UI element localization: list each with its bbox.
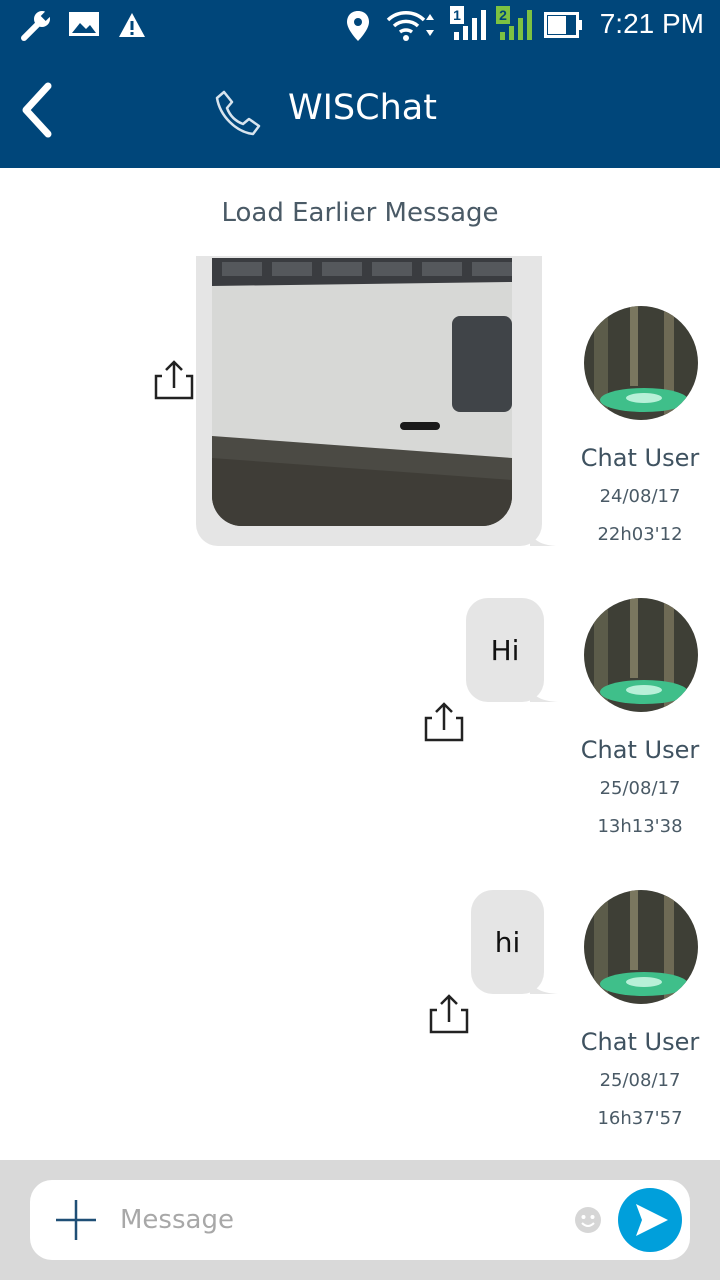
- back-button[interactable]: [14, 80, 64, 140]
- battery-icon: [544, 12, 582, 38]
- wifi-icon: [386, 11, 434, 41]
- composer-bar: [0, 1160, 720, 1280]
- share-icon[interactable]: [424, 702, 464, 742]
- sender-name: Chat User: [580, 736, 700, 764]
- chat-area[interactable]: Load Earlier Message Chat User 24/08/17 …: [0, 168, 720, 1160]
- sender-name: Chat User: [580, 444, 700, 472]
- app-title: WISChat: [288, 88, 437, 128]
- phone-icon[interactable]: [212, 88, 262, 138]
- status-time: 7:21 PM: [599, 8, 704, 39]
- send-button[interactable]: [618, 1188, 682, 1252]
- bubble-tail: [530, 518, 556, 546]
- send-icon: [636, 1204, 668, 1236]
- message-date: 25/08/17: [599, 1070, 681, 1091]
- image-icon: [69, 12, 99, 36]
- bubble-tail: [530, 680, 558, 702]
- message-time: 13h13'38: [597, 816, 683, 837]
- wrench-icon: [21, 11, 51, 41]
- sim1-signal-icon: 1: [450, 6, 490, 42]
- load-earlier-button[interactable]: Load Earlier Message: [0, 198, 720, 228]
- status-bar: 1 2 7:21 PM: [0, 0, 720, 52]
- warning-icon: [119, 13, 145, 37]
- message-input[interactable]: [120, 1196, 560, 1244]
- message-text: hi: [494, 925, 521, 959]
- message-date: 25/08/17: [599, 778, 681, 799]
- avatar[interactable]: [584, 598, 698, 712]
- message-date: 24/08/17: [599, 486, 681, 507]
- location-icon: [347, 11, 369, 41]
- share-icon[interactable]: [429, 994, 469, 1034]
- sender-name: Chat User: [580, 1028, 700, 1056]
- avatar[interactable]: [584, 306, 698, 420]
- app-bar: WISChat: [0, 52, 720, 168]
- bubble-tail: [530, 972, 558, 994]
- composer-field: [30, 1180, 690, 1260]
- avatar[interactable]: [584, 890, 698, 1004]
- message-photo[interactable]: [212, 258, 512, 526]
- message-time: 22h03'12: [597, 524, 683, 545]
- message-text: Hi: [490, 633, 520, 667]
- share-icon[interactable]: [154, 360, 194, 400]
- sim2-signal-icon: 2: [496, 6, 536, 42]
- plus-icon[interactable]: [52, 1196, 100, 1244]
- emoji-icon[interactable]: [574, 1206, 602, 1234]
- message-time: 16h37'57: [597, 1108, 683, 1129]
